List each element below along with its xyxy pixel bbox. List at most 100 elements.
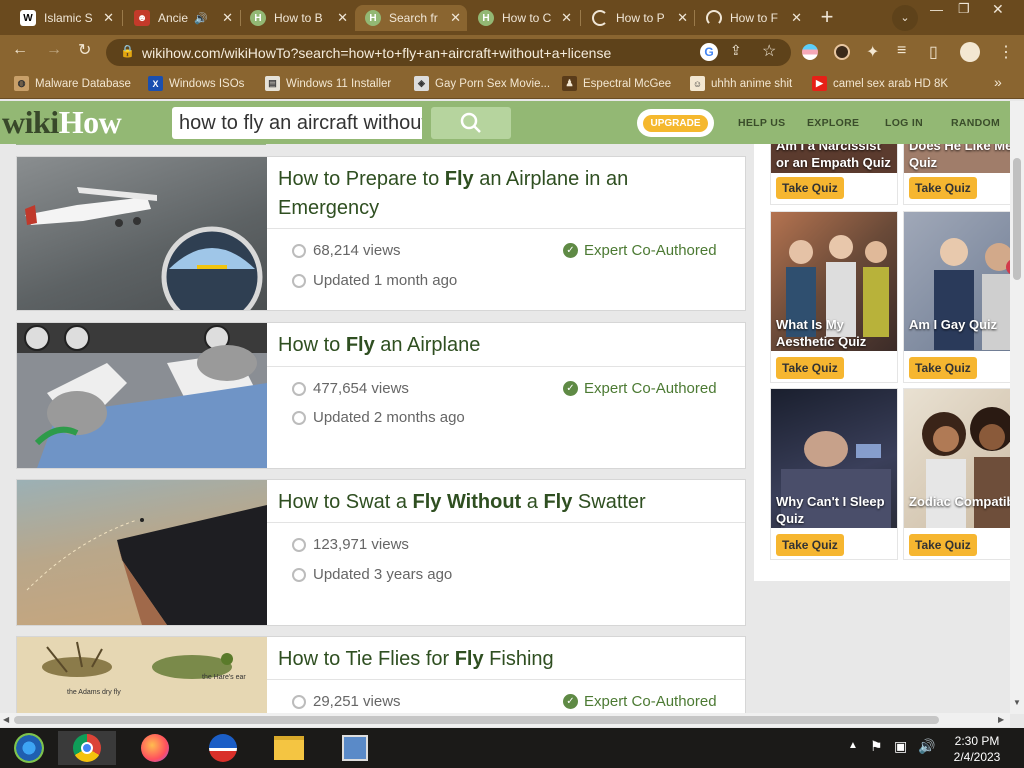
more-bookmarks-icon[interactable]: » xyxy=(994,74,1002,90)
take-quiz-button[interactable]: Take Quiz xyxy=(776,534,844,556)
address-bar[interactable]: 🔒 wikihow.com/wikiHowTo?search=how+to+fl… xyxy=(106,39,791,66)
close-tab-icon[interactable]: ✕ xyxy=(222,10,233,26)
tab-how-to-c[interactable]: H How to C ✕ xyxy=(468,5,578,31)
expert-badge[interactable]: ✓ Expert Co-Authored xyxy=(563,242,717,259)
reload-icon[interactable]: ↻ xyxy=(78,40,91,60)
result-card[interactable]: How to Swat a Fly Without a Fly Swatter … xyxy=(16,479,746,626)
tab-search-chevron-icon[interactable]: ⌄ xyxy=(892,5,918,31)
bookmark-anime[interactable]: ☺ uhhh anime shit xyxy=(690,76,792,91)
bookmark-star-icon[interactable]: ☆ xyxy=(762,41,776,61)
clock[interactable]: 2:30 PM 2/4/2023 xyxy=(942,733,1012,765)
quiz-title[interactable]: Zodiac Compatibility Quiz xyxy=(909,493,1010,510)
tab-islamic[interactable]: W Islamic S ✕ xyxy=(10,5,120,31)
bookmark-espectral-mcgee[interactable]: ♟ Espectral McGee xyxy=(562,76,671,91)
bookmark-video-site[interactable]: ▶ camel sex arab HD 8K xyxy=(812,76,948,91)
google-icon[interactable]: G xyxy=(700,43,718,61)
close-tab-icon[interactable]: ✕ xyxy=(450,10,461,26)
start-button[interactable] xyxy=(0,731,58,765)
expert-badge[interactable]: ✓ Expert Co-Authored xyxy=(563,380,717,397)
take-quiz-button[interactable]: Take Quiz xyxy=(776,357,844,379)
share-icon[interactable]: ⇪ xyxy=(730,42,742,59)
bookmark-windows-isos[interactable]: X Windows ISOs xyxy=(148,76,244,91)
quiz-title[interactable]: Does He Like Me Quiz xyxy=(909,144,1010,171)
result-title[interactable]: How to Prepare to Fly an Airplane in an … xyxy=(278,165,728,223)
horizontal-scroll-thumb[interactable] xyxy=(14,716,939,724)
close-tab-icon[interactable]: ✕ xyxy=(561,10,572,26)
nav-help-us[interactable]: HELP US xyxy=(738,117,785,129)
scroll-left-arrow-icon[interactable]: ◀ xyxy=(3,715,9,724)
wikihow-logo[interactable]: wikiHow xyxy=(2,104,122,141)
quiz-card[interactable]: Zodiac Compatibility Quiz Take Quiz xyxy=(903,388,1010,560)
expert-badge[interactable]: ✓ Expert Co-Authored xyxy=(563,693,717,710)
close-tab-icon[interactable]: ✕ xyxy=(103,10,114,26)
side-panel-icon[interactable]: ▯ xyxy=(929,42,938,62)
restore-icon[interactable]: ❐ xyxy=(958,1,970,17)
forward-arrow-icon[interactable]: → xyxy=(46,41,62,59)
result-title[interactable]: How to Swat a Fly Without a Fly Swatter xyxy=(278,488,728,517)
take-quiz-button[interactable]: Take Quiz xyxy=(909,177,977,199)
bookmark-movie-site[interactable]: ◈ Gay Porn Sex Movie... xyxy=(414,76,550,91)
result-thumbnail[interactable] xyxy=(17,157,267,310)
quiz-title[interactable]: Why Can't I Sleep Quiz xyxy=(776,493,897,527)
result-card[interactable]: How to Fly an Airplane 477,654 views ✓ Ex… xyxy=(16,322,746,469)
new-tab-icon[interactable]: + xyxy=(814,5,840,31)
search-box[interactable] xyxy=(172,107,422,139)
tab-ancient[interactable]: ☻ Ancie 🔊 ✕ xyxy=(124,5,239,31)
tab-how-to-b[interactable]: H How to B ✕ xyxy=(240,5,354,31)
lock-icon[interactable]: 🔒 xyxy=(120,44,135,58)
take-quiz-button[interactable]: Take Quiz xyxy=(909,534,977,556)
result-title[interactable]: How to Tie Flies for Fly Fishing xyxy=(278,645,728,674)
take-quiz-button[interactable]: Take Quiz xyxy=(776,177,844,199)
result-card[interactable]: How to Prepare to Fly an Airplane in an … xyxy=(16,156,746,311)
result-title[interactable]: How to Fly an Airplane xyxy=(278,331,728,360)
menu-kebab-icon[interactable]: ⋮ xyxy=(998,42,1014,62)
bookmark-windows-11-installer[interactable]: ▤ Windows 11 Installer xyxy=(265,76,391,91)
quiz-card[interactable]: Does He Like Me Quiz Take Quiz xyxy=(903,144,1010,205)
quiz-title[interactable]: What Is My Aesthetic Quiz xyxy=(776,316,897,350)
quiz-title[interactable]: Am I a Narcissist or an Empath Quiz xyxy=(776,144,897,171)
profile-extension-icon[interactable] xyxy=(834,44,850,60)
tab-how-to-f[interactable]: How to F ✕ xyxy=(696,5,808,31)
action-center-flag-icon[interactable]: ⚑ xyxy=(870,738,883,755)
nav-log-in[interactable]: LOG IN xyxy=(885,117,923,129)
media-queue-icon[interactable]: ≡ xyxy=(897,42,906,60)
nav-explore[interactable]: EXPLORE xyxy=(807,117,859,129)
audio-playing-icon[interactable]: 🔊 xyxy=(194,12,208,25)
result-thumbnail[interactable]: the Adams dry fly the Hare's ear xyxy=(17,637,267,714)
profile-avatar-icon[interactable] xyxy=(960,42,980,62)
pride-extension-icon[interactable] xyxy=(802,44,818,60)
quiz-card[interactable]: Am I Gay Quiz Take Quiz xyxy=(903,211,1010,383)
taskbar-network-app[interactable] xyxy=(326,731,384,765)
volume-icon[interactable]: 🔊 xyxy=(918,738,935,755)
result-thumbnail[interactable] xyxy=(17,323,267,468)
url-text[interactable]: wikihow.com/wikiHowTo?search=how+to+fly+… xyxy=(142,45,611,61)
quiz-card[interactable]: What Is My Aesthetic Quiz Take Quiz xyxy=(770,211,898,383)
search-button[interactable] xyxy=(431,107,511,139)
result-thumbnail[interactable] xyxy=(17,480,267,625)
previous-result-thumbnail[interactable] xyxy=(16,144,266,145)
tray-expand-icon[interactable]: ▲ xyxy=(848,740,858,751)
bookmark-malware-database[interactable]: ◍ Malware Database xyxy=(14,76,131,91)
quiz-card[interactable]: Why Can't I Sleep Quiz Take Quiz xyxy=(770,388,898,560)
upgrade-button[interactable]: UPGRADE xyxy=(637,109,714,137)
network-icon[interactable]: ▣ xyxy=(894,738,907,755)
taskbar-chrome[interactable] xyxy=(58,731,116,765)
taskbar-file-explorer[interactable] xyxy=(260,731,318,765)
scroll-down-arrow-icon[interactable]: ▼ xyxy=(1013,698,1021,707)
back-arrow-icon[interactable]: ← xyxy=(12,41,28,59)
close-tab-icon[interactable]: ✕ xyxy=(337,10,348,26)
vertical-scrollbar[interactable]: ▼ xyxy=(1010,101,1024,714)
close-tab-icon[interactable]: ✕ xyxy=(677,10,688,26)
close-tab-icon[interactable]: ✕ xyxy=(791,10,802,26)
vertical-scroll-thumb[interactable] xyxy=(1013,158,1021,280)
nav-random[interactable]: RANDOM xyxy=(951,117,1000,129)
close-window-icon[interactable]: ✕ xyxy=(992,1,1004,18)
search-input[interactable] xyxy=(172,107,422,139)
taskbar-campaign-app[interactable] xyxy=(194,731,252,765)
taskbar-firefox[interactable] xyxy=(126,731,184,765)
quiz-card[interactable]: Am I a Narcissist or an Empath Quiz Take… xyxy=(770,144,898,205)
quiz-title[interactable]: Am I Gay Quiz xyxy=(909,316,997,333)
tab-how-to-p[interactable]: How to P ✕ xyxy=(582,5,694,31)
take-quiz-button[interactable]: Take Quiz xyxy=(909,357,977,379)
minimize-icon[interactable]: — xyxy=(930,2,943,17)
